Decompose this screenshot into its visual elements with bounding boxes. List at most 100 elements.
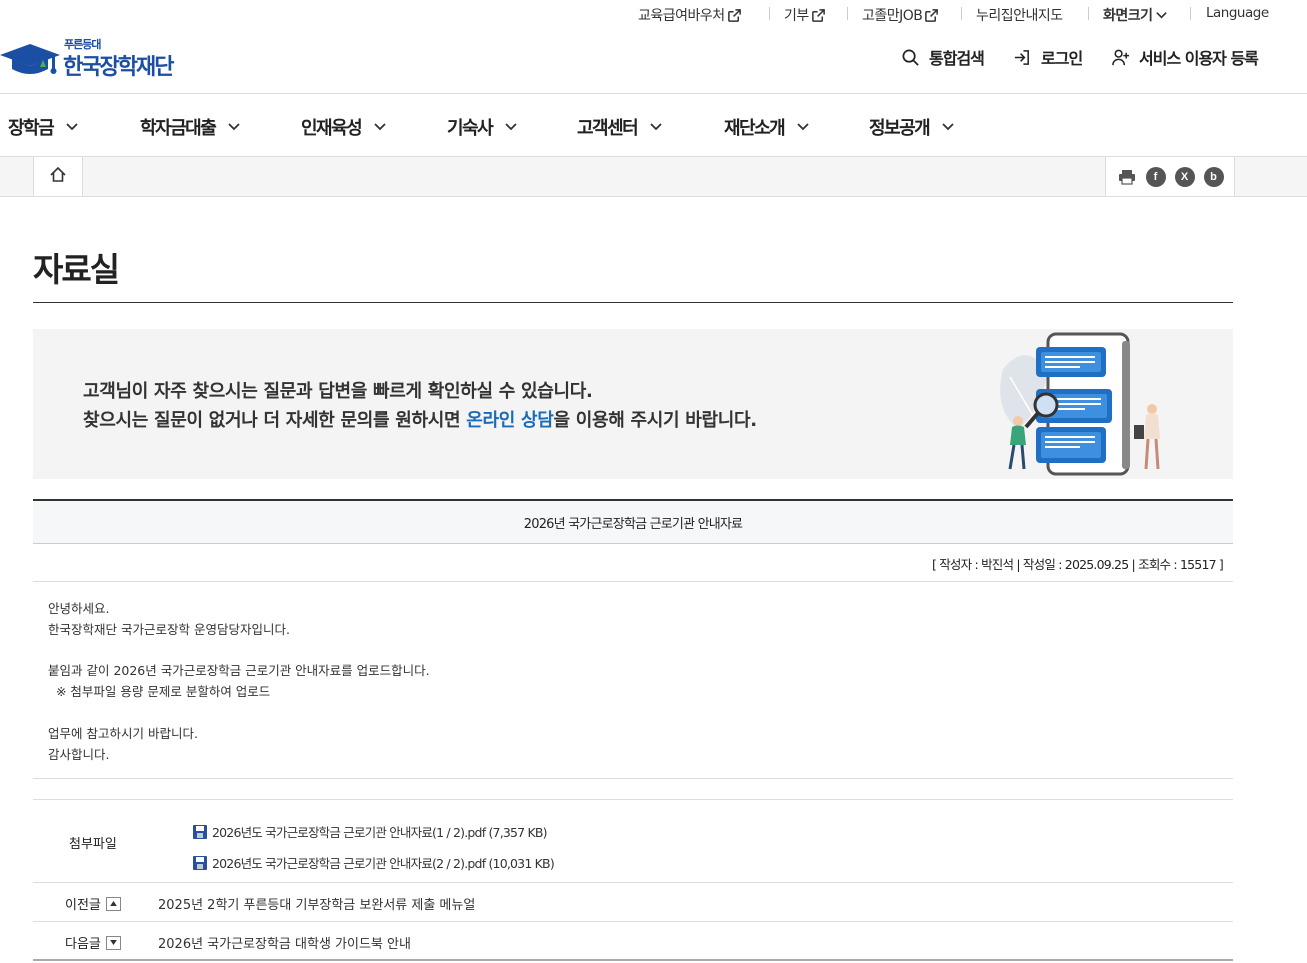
login-button-label: 로그인 <box>1041 49 1083 68</box>
voucher-link-label: 교육급여바우처 <box>638 8 725 24</box>
post-body-line: 붙임과 같이 2026년 국가근로장학금 근로기관 안내자료를 업로드합니다. <box>48 663 430 678</box>
x-twitter-icon[interactable]: X <box>1174 166 1195 187</box>
prev-post-label-text: 이전글 <box>65 898 101 913</box>
post-body-line: 안녕하세요. <box>48 601 110 616</box>
gnb-item-label: 재단소개 <box>724 118 786 139</box>
gnb-item-scholarship[interactable]: 장학금 <box>8 114 79 140</box>
gnb-item-label: 인재육성 <box>301 118 363 139</box>
logo-title: 한국장학재단 <box>63 55 174 80</box>
attachment-file-name: 2026년도 국가근로장학금 근로기관 안내자료(2 / 2).pdf (10,… <box>212 856 555 871</box>
home-icon <box>49 166 67 188</box>
chevron-down-icon <box>504 120 518 134</box>
facebook-icon[interactable]: f <box>1145 166 1166 187</box>
chevron-down-icon <box>227 120 241 134</box>
gnb-item-label: 학자금대출 <box>140 118 217 139</box>
chevron-down-icon <box>373 120 387 134</box>
site-logo[interactable]: 푸른등대 한국장학재단 <box>0 36 190 80</box>
next-post-label-text: 다음글 <box>65 937 101 952</box>
gnb-item-disclosure[interactable]: 정보공개 <box>869 114 955 140</box>
arrow-up-icon <box>105 896 121 911</box>
external-link-icon <box>924 8 939 23</box>
faq-banner: 고객님이 자주 찾으시는 질문과 답변을 빠르게 확인하실 수 있습니다. 찾으… <box>33 329 1233 479</box>
attachment-label: 첨부파일 <box>69 837 117 852</box>
search-button[interactable]: 통합검색 <box>901 45 985 69</box>
search-icon <box>901 48 920 67</box>
chevron-down-icon <box>796 120 810 134</box>
attachment-file-link[interactable]: 2026년도 국가근로장학금 근로기관 안내자료(1 / 2).pdf (7,3… <box>193 822 548 841</box>
save-disk-icon <box>193 855 207 870</box>
util-divider <box>769 7 770 20</box>
main-navigation: 장학금 학자금대출 인재육성 기숙사 고객센터 재단소개 정보공개 <box>0 93 1307 157</box>
voucher-link[interactable]: 교육급여바우처 <box>638 5 742 25</box>
prev-post-label: 이전글 <box>65 894 121 913</box>
language-link[interactable]: Language <box>1206 5 1269 21</box>
banner-text-after: 을 이용해 주시기 바랍니다. <box>553 410 758 431</box>
language-label: Language <box>1206 5 1269 21</box>
page-title: 자료실 <box>33 250 120 289</box>
gnb-item-label: 장학금 <box>8 118 55 139</box>
prev-post-row: 이전글 2025년 2학기 푸른등대 기부장학금 보완서류 제출 메뉴얼 <box>33 883 1233 922</box>
login-button[interactable]: 로그인 <box>1013 45 1083 69</box>
next-post-link[interactable]: 2026년 국가근로장학금 대학생 가이드북 안내 <box>158 933 411 952</box>
post-meta: [ 작성자 : 박진석 | 작성일 : 2025.09.25 | 조회수 : 1… <box>33 544 1233 582</box>
sitemap-link[interactable]: 누리집안내지도 <box>976 5 1063 25</box>
util-divider <box>961 7 962 20</box>
utility-bar: 교육급여바우처 기부 고졸만JOB 누리집안내지도 화면크기 Language <box>0 0 1307 28</box>
banner-text-before: 찾으시는 질문이 없거나 더 자세한 문의를 원하시면 <box>83 410 467 431</box>
banner-text-line2: 찾으시는 질문이 없거나 더 자세한 문의를 원하시면 온라인 상담을 이용해 … <box>83 406 757 432</box>
blog-icon[interactable]: b <box>1203 166 1224 187</box>
save-disk-icon <box>193 824 207 839</box>
print-icon[interactable] <box>1117 167 1137 187</box>
register-button[interactable]: 서비스 이용자 등록 <box>1111 45 1259 69</box>
job-link[interactable]: 고졸만JOB <box>862 5 939 25</box>
util-divider <box>1088 7 1089 20</box>
gnb-item-dormitory[interactable]: 기숙사 <box>447 114 518 140</box>
chevron-down-icon <box>649 120 663 134</box>
login-icon <box>1013 48 1032 67</box>
post-body-line: 업무에 참고하시기 바랍니다. <box>48 726 198 741</box>
external-link-icon <box>811 8 826 23</box>
gnb-item-customer-center[interactable]: 고객센터 <box>577 114 663 140</box>
attachment-file-name: 2026년도 국가근로장학금 근로기관 안내자료(1 / 2).pdf (7,3… <box>212 825 548 840</box>
share-tools: f X b <box>1105 157 1235 196</box>
chevron-down-icon <box>65 120 79 134</box>
gnb-item-label: 고객센터 <box>577 118 639 139</box>
faq-illustration <box>1000 332 1160 476</box>
location-bar: f X b <box>0 157 1307 197</box>
arrow-down-icon <box>105 935 121 950</box>
post-meta-text: [ 작성자 : 박진석 | 작성일 : 2025.09.25 | 조회수 : 1… <box>931 557 1224 572</box>
chevron-down-icon <box>941 120 955 134</box>
next-post-row: 다음글 2026년 국가근로장학금 대학생 가이드북 안내 <box>33 922 1233 961</box>
chevron-down-icon <box>1155 9 1168 22</box>
gnb-item-about[interactable]: 재단소개 <box>724 114 810 140</box>
post-title: 2026년 국가근로장학금 근로기관 안내자료 <box>33 499 1233 544</box>
title-divider <box>33 302 1233 303</box>
attachments: 첨부파일 2026년도 국가근로장학금 근로기관 안내자료(1 / 2).pdf… <box>33 799 1233 883</box>
online-consult-link[interactable]: 온라인 상담 <box>466 410 554 431</box>
gnb-item-loan[interactable]: 학자금대출 <box>140 114 241 140</box>
gnb-item-label: 정보공개 <box>869 118 931 139</box>
job-link-label: 고졸만JOB <box>862 8 923 24</box>
home-button[interactable] <box>33 157 83 196</box>
util-divider <box>847 7 848 20</box>
post-body: 안녕하세요. 한국장학재단 국가근로장학 운영담당자입니다. 붙임과 같이 20… <box>33 582 1233 779</box>
post-body-line: 한국장학재단 국가근로장학 운영담당자입니다. <box>48 622 290 637</box>
font-size-dropdown[interactable]: 화면크기 <box>1103 5 1168 25</box>
next-post-label: 다음글 <box>65 933 121 952</box>
sitemap-link-label: 누리집안내지도 <box>976 8 1063 24</box>
donate-link[interactable]: 기부 <box>784 5 826 25</box>
banner-text-line1: 고객님이 자주 찾으시는 질문과 답변을 빠르게 확인하실 수 있습니다. <box>83 381 593 402</box>
attachment-file-link[interactable]: 2026년도 국가근로장학금 근로기관 안내자료(2 / 2).pdf (10,… <box>193 853 555 872</box>
register-button-label: 서비스 이용자 등록 <box>1139 49 1259 68</box>
util-divider <box>1190 7 1191 20</box>
external-link-icon <box>727 8 742 23</box>
post-body-line: 감사합니다. <box>48 747 110 762</box>
add-user-icon <box>1111 48 1130 67</box>
post-body-line: ※ 첨부파일 용량 문제로 분할하여 업로드 <box>48 684 271 699</box>
graduation-cap-logo-icon <box>0 44 60 74</box>
prev-post-link[interactable]: 2025년 2학기 푸른등대 기부장학금 보완서류 제출 메뉴얼 <box>158 894 475 913</box>
gnb-item-talent[interactable]: 인재육성 <box>301 114 387 140</box>
gnb-item-label: 기숙사 <box>447 118 494 139</box>
search-button-label: 통합검색 <box>929 49 985 68</box>
donate-link-label: 기부 <box>784 8 809 24</box>
